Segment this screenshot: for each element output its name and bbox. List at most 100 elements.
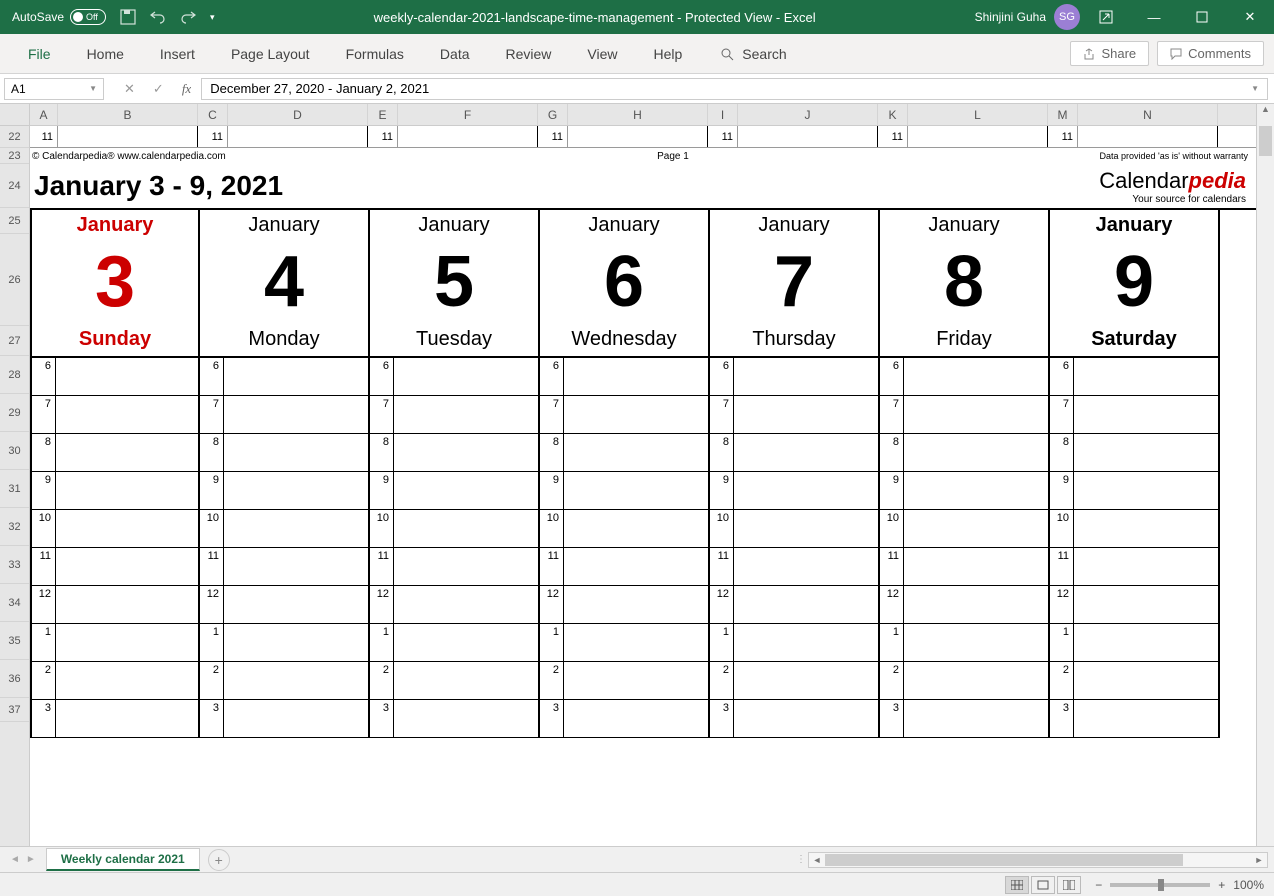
row-header-31[interactable]: 31 (0, 470, 29, 508)
horizontal-scrollbar[interactable]: ◄ ► (808, 852, 1268, 868)
tab-insert[interactable]: Insert (142, 38, 213, 70)
row-header-27[interactable]: 27 (0, 326, 29, 356)
row-header-35[interactable]: 35 (0, 622, 29, 660)
maximize-button[interactable] (1182, 3, 1222, 31)
hour-cell[interactable]: 3 (30, 700, 200, 738)
hour-cell[interactable]: 11 (880, 548, 1050, 586)
hour-cell[interactable]: 3 (880, 700, 1050, 738)
hour-cell[interactable]: 7 (370, 396, 540, 434)
hour-cell[interactable]: 1 (30, 624, 200, 662)
hour-cell[interactable]: 12 (710, 586, 880, 624)
tab-review[interactable]: Review (488, 38, 570, 70)
row-header-37[interactable]: 37 (0, 698, 29, 722)
row-header-25[interactable]: 25 (0, 208, 29, 234)
hour-cell[interactable]: 3 (200, 700, 370, 738)
search-box[interactable]: Search (720, 46, 1070, 62)
row-header-29[interactable]: 29 (0, 394, 29, 432)
page-break-view-button[interactable] (1057, 876, 1081, 894)
scroll-up-icon[interactable]: ▲ (1257, 104, 1274, 122)
cell[interactable] (568, 126, 708, 147)
hour-cell[interactable]: 10 (1050, 510, 1220, 548)
hour-cell[interactable]: 7 (200, 396, 370, 434)
hour-cell[interactable]: 6 (200, 358, 370, 396)
user-avatar[interactable]: SG (1054, 4, 1080, 30)
cell[interactable]: 11 (878, 126, 908, 147)
column-header-N[interactable]: N (1078, 104, 1218, 125)
hour-cell[interactable]: 10 (370, 510, 540, 548)
hour-cell[interactable]: 7 (880, 396, 1050, 434)
hour-cell[interactable]: 9 (200, 472, 370, 510)
hour-cell[interactable]: 2 (1050, 662, 1220, 700)
row-header-32[interactable]: 32 (0, 508, 29, 546)
hour-cell[interactable]: 6 (880, 358, 1050, 396)
row-header-36[interactable]: 36 (0, 660, 29, 698)
tab-data[interactable]: Data (422, 38, 488, 70)
hour-cell[interactable]: 8 (1050, 434, 1220, 472)
cell[interactable]: 11 (708, 126, 738, 147)
column-header-B[interactable]: B (58, 104, 198, 125)
hour-cell[interactable]: 3 (370, 700, 540, 738)
share-button[interactable]: Share (1070, 41, 1149, 66)
hour-cell[interactable]: 9 (30, 472, 200, 510)
hour-cell[interactable]: 12 (200, 586, 370, 624)
hour-cell[interactable]: 6 (710, 358, 880, 396)
tab-home[interactable]: Home (69, 38, 142, 70)
grid-content[interactable]: ABCDEFGHIJKLMN 11111111111111 © Calendar… (30, 104, 1256, 846)
column-header-F[interactable]: F (398, 104, 538, 125)
hour-cell[interactable]: 6 (370, 358, 540, 396)
row-header-30[interactable]: 30 (0, 432, 29, 470)
name-box[interactable]: A1 ▼ (4, 78, 104, 100)
undo-icon[interactable] (150, 9, 166, 25)
column-header-L[interactable]: L (908, 104, 1048, 125)
hour-cell[interactable]: 1 (1050, 624, 1220, 662)
hour-cell[interactable]: 8 (370, 434, 540, 472)
scroll-right-icon[interactable]: ► (1251, 855, 1267, 865)
hour-cell[interactable]: 11 (370, 548, 540, 586)
hour-cell[interactable]: 2 (710, 662, 880, 700)
hour-cell[interactable]: 8 (200, 434, 370, 472)
cell[interactable] (738, 126, 878, 147)
hour-cell[interactable]: 1 (540, 624, 710, 662)
column-header-G[interactable]: G (538, 104, 568, 125)
zoom-in-button[interactable]: + (1218, 878, 1225, 892)
row-header-23[interactable]: 23 (0, 148, 29, 164)
hour-cell[interactable]: 7 (30, 396, 200, 434)
hour-cell[interactable]: 3 (710, 700, 880, 738)
hour-cell[interactable]: 8 (540, 434, 710, 472)
zoom-slider[interactable] (1110, 883, 1210, 887)
select-all-corner[interactable] (0, 104, 29, 126)
hour-cell[interactable]: 1 (370, 624, 540, 662)
hour-cell[interactable]: 10 (540, 510, 710, 548)
hour-cell[interactable]: 10 (710, 510, 880, 548)
hscroll-thumb[interactable] (825, 854, 1183, 866)
cell[interactable] (908, 126, 1048, 147)
hour-cell[interactable]: 9 (880, 472, 1050, 510)
hour-cell[interactable]: 1 (880, 624, 1050, 662)
cell[interactable]: 11 (30, 126, 58, 147)
zoom-level[interactable]: 100% (1233, 878, 1264, 892)
cell[interactable]: 11 (198, 126, 228, 147)
hour-cell[interactable]: 10 (30, 510, 200, 548)
hour-cell[interactable]: 2 (30, 662, 200, 700)
column-header-K[interactable]: K (878, 104, 908, 125)
column-header-C[interactable]: C (198, 104, 228, 125)
vertical-scrollbar[interactable]: ▲ (1256, 104, 1274, 846)
column-header-E[interactable]: E (368, 104, 398, 125)
column-header-H[interactable]: H (568, 104, 708, 125)
row-header-33[interactable]: 33 (0, 546, 29, 584)
hour-cell[interactable]: 12 (540, 586, 710, 624)
row-header-24[interactable]: 24 (0, 164, 29, 208)
column-header-J[interactable]: J (738, 104, 878, 125)
hour-cell[interactable]: 1 (710, 624, 880, 662)
row-header-34[interactable]: 34 (0, 584, 29, 622)
enter-icon[interactable]: ✓ (153, 81, 164, 97)
tab-next-icon[interactable]: ► (26, 854, 36, 865)
scroll-thumb[interactable] (1259, 126, 1272, 156)
ribbon-options-icon[interactable] (1086, 3, 1126, 31)
cell[interactable] (58, 126, 198, 147)
hour-cell[interactable]: 9 (540, 472, 710, 510)
column-header-I[interactable]: I (708, 104, 738, 125)
hour-cell[interactable]: 8 (30, 434, 200, 472)
column-header-A[interactable]: A (30, 104, 58, 125)
hour-cell[interactable]: 10 (200, 510, 370, 548)
